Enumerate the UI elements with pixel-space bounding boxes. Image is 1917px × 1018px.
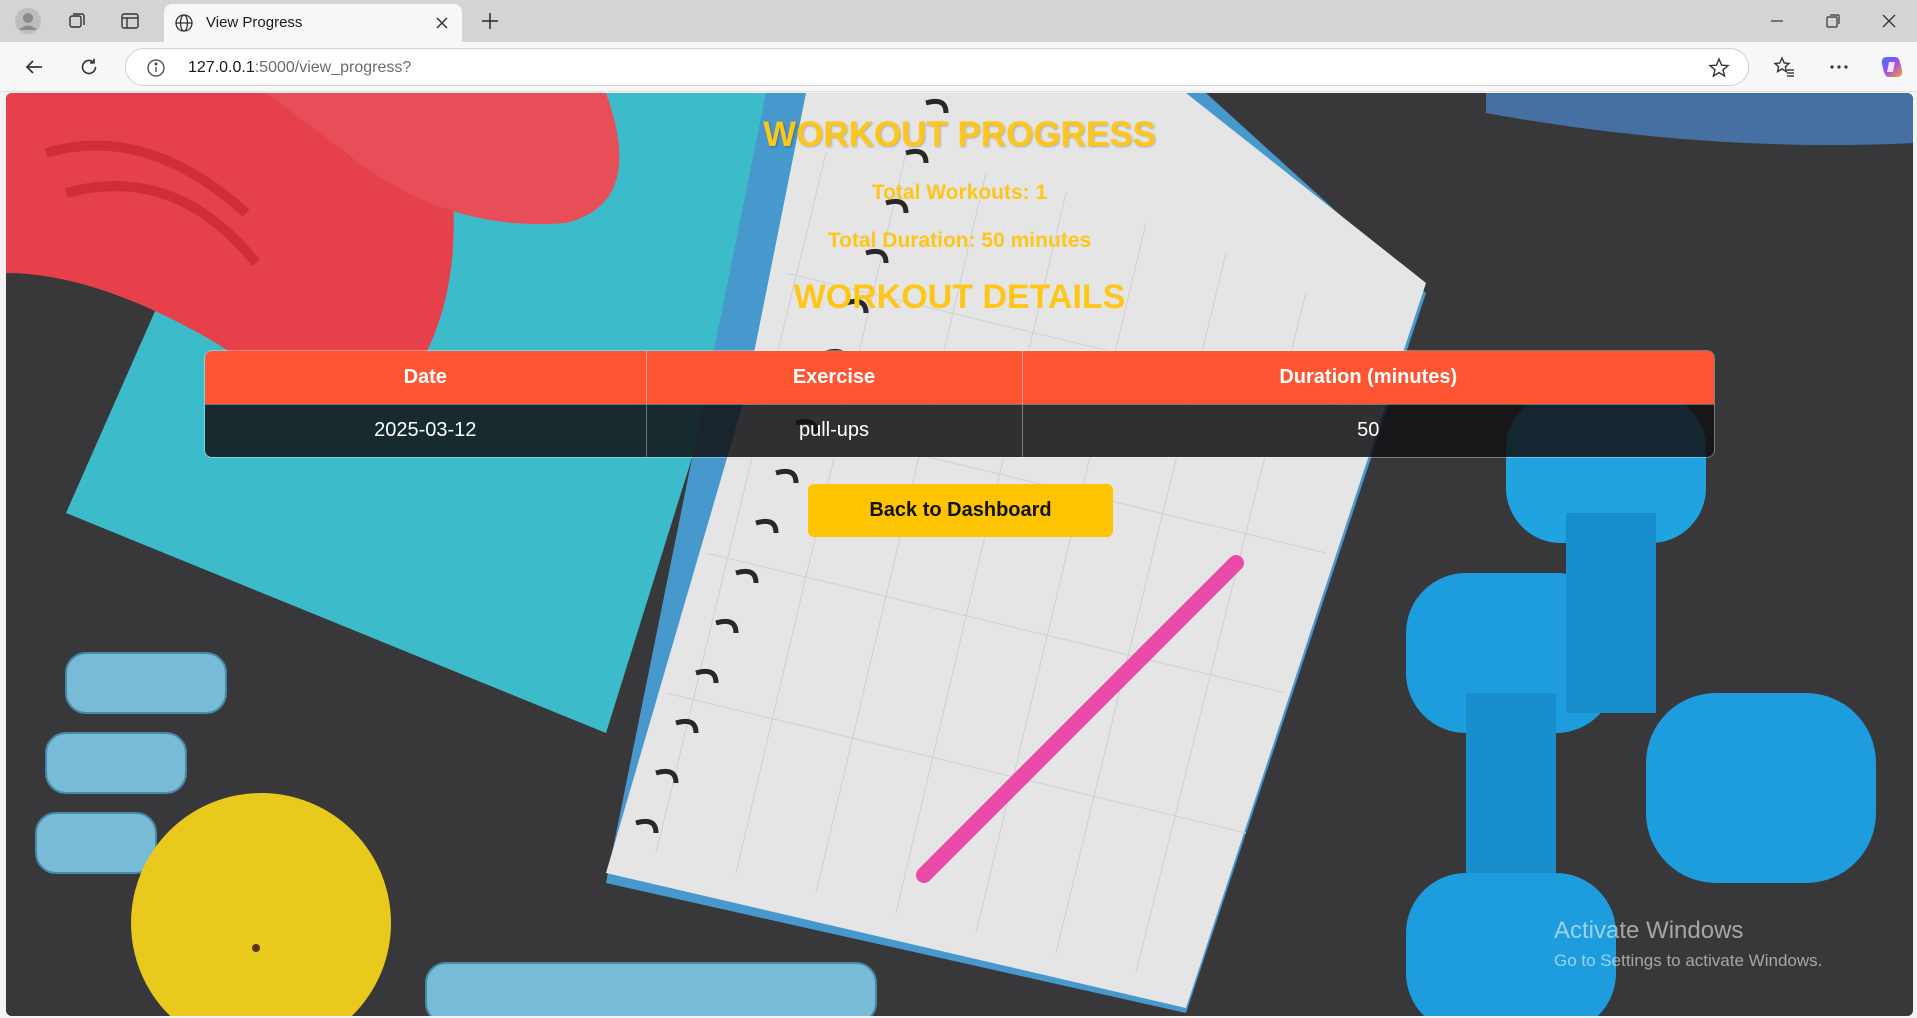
workspaces-icon[interactable]	[57, 6, 97, 36]
watermark-subtitle: Go to Settings to activate Windows.	[1554, 951, 1823, 970]
globe-icon	[175, 14, 193, 32]
close-tab-icon[interactable]	[430, 11, 454, 35]
copilot-icon[interactable]	[1874, 50, 1910, 84]
page-viewport: WORKOUT PROGRESS Total Workouts: 1 Total…	[6, 93, 1913, 1016]
column-header-date: Date	[205, 351, 647, 404]
back-to-dashboard-button[interactable]: Back to Dashboard	[808, 484, 1113, 537]
favorite-star-icon[interactable]	[1708, 57, 1730, 79]
address-bar[interactable]: 127.0.0.1:5000/view_progress?	[125, 48, 1749, 86]
column-header-duration: Duration (minutes)	[1022, 351, 1714, 404]
profile-icon[interactable]	[8, 6, 48, 36]
table-header-row: Date Exercise Duration (minutes)	[205, 351, 1714, 404]
watermark-title: Activate Windows	[1554, 917, 1744, 944]
favorites-icon[interactable]	[1766, 50, 1802, 84]
progress-content: WORKOUT PROGRESS Total Workouts: 1 Total…	[6, 93, 1913, 1016]
url-host: 127.0.0.1	[188, 59, 255, 76]
browser-titlebar: View Progress	[0, 0, 1917, 42]
page-title: WORKOUT PROGRESS	[763, 115, 1156, 154]
browser-tab-active[interactable]: View Progress	[164, 4, 462, 42]
more-options-icon[interactable]	[1821, 50, 1857, 84]
cell-exercise: pull-ups	[646, 403, 1023, 457]
total-workouts: Total Workouts: 1	[871, 181, 1048, 204]
back-arrow-icon[interactable]	[16, 50, 52, 84]
url-text[interactable]: 127.0.0.1:5000/view_progress?	[188, 59, 411, 77]
cell-duration: 50	[1022, 403, 1714, 457]
column-header-exercise: Exercise	[646, 351, 1023, 404]
cell-date: 2025-03-12	[205, 403, 647, 457]
activate-windows-watermark: Activate Windows Go to Settings to activ…	[1554, 917, 1822, 971]
url-path: :5000/view_progress?	[254, 59, 412, 76]
workout-table: Date Exercise Duration (minutes) 2025-03…	[204, 350, 1715, 458]
browser-toolbar: 127.0.0.1:5000/view_progress?	[0, 42, 1917, 92]
workout-details-title: WORKOUT DETAILS	[793, 278, 1126, 316]
site-info-icon[interactable]	[146, 58, 166, 78]
restore-icon[interactable]	[1805, 0, 1861, 42]
close-window-icon[interactable]	[1861, 0, 1917, 42]
tab-title: View Progress	[206, 14, 303, 31]
new-tab-icon[interactable]	[472, 6, 508, 36]
refresh-icon[interactable]	[71, 50, 107, 84]
total-duration: Total Duration: 50 minutes	[827, 229, 1092, 252]
table-row: 2025-03-12 pull-ups 50	[205, 403, 1714, 457]
minimize-icon[interactable]	[1749, 0, 1805, 42]
tab-actions-icon[interactable]	[110, 6, 150, 36]
